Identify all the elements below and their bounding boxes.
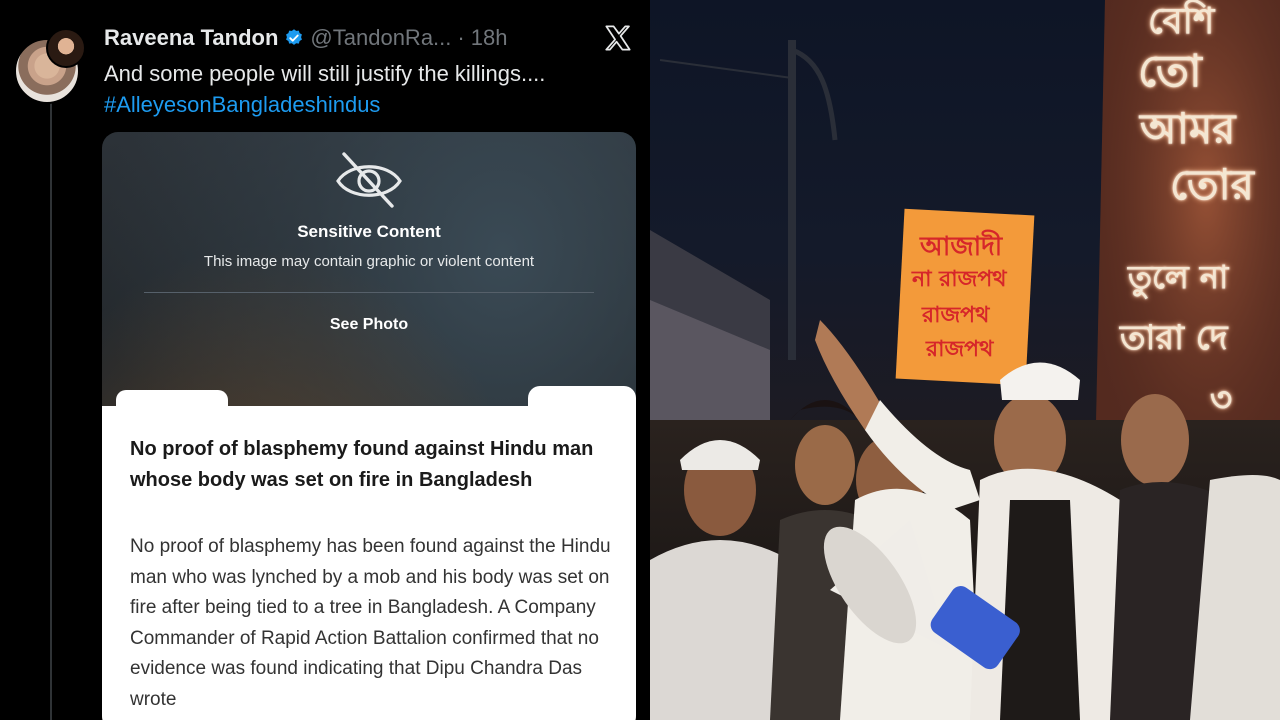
wall-text: তারা দে — [1120, 318, 1228, 358]
placard-text: রাজপথ — [922, 303, 990, 328]
news-body: No proof of blasphemy has been found aga… — [130, 536, 611, 710]
tweet-body: And some people will still justify the k… — [104, 61, 546, 86]
divider — [144, 292, 594, 293]
thread-line — [50, 102, 52, 720]
news-screenshot: No proof of blasphemy found against Hind… — [102, 386, 636, 720]
placard-text: রাজপথ — [926, 337, 994, 362]
see-photo-button[interactable]: See Photo — [102, 316, 636, 334]
wall-text: তোর — [1170, 160, 1254, 209]
handle[interactable]: @TandonRa... — [310, 25, 451, 51]
sensitive-subtitle: This image may contain graphic or violen… — [203, 253, 535, 270]
eye-slash-icon — [334, 150, 404, 208]
tweet: Raveena Tandon @TandonRa... · 18h And so… — [0, 0, 650, 720]
placard-text: না রাজপথ — [912, 267, 1007, 292]
wall-text: তুলে না — [1128, 258, 1229, 296]
tweet-text: And some people will still justify the k… — [104, 58, 644, 120]
separator-dot: · — [457, 25, 465, 50]
verified-badge-icon — [284, 28, 304, 48]
display-name[interactable]: Raveena Tandon — [104, 25, 278, 51]
protest-photo: বেশি তো আমর তোর তুলে না তারা দে ৩ আজাদী … — [650, 0, 1280, 720]
media-card[interactable]: Sensitive Content This image may contain… — [102, 132, 636, 720]
timestamp[interactable]: 18h — [471, 25, 508, 51]
tweet-header: Raveena Tandon @TandonRa... · 18h — [104, 24, 507, 52]
news-headline: No proof of blasphemy found against Hind… — [130, 438, 594, 491]
avatar-secondary — [46, 28, 86, 68]
hashtag-link[interactable]: #AlleyesonBangladeshindus — [104, 89, 644, 120]
avatar[interactable] — [14, 28, 86, 104]
sensitive-title: Sensitive Content — [297, 222, 441, 241]
x-logo-icon — [604, 24, 632, 52]
news-card-tab-right — [528, 386, 636, 416]
wall-text: ৩ — [1210, 380, 1233, 420]
news-card-tab-left — [116, 390, 228, 414]
